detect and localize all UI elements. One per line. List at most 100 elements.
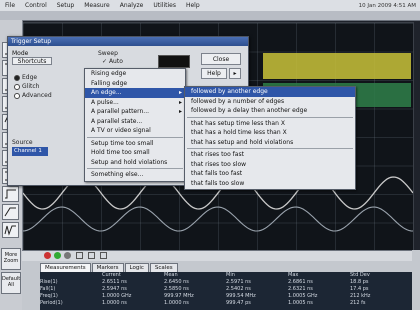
default-all-button[interactable]: Default All <box>1 272 21 294</box>
table-cell: 17.4 ps <box>350 286 369 292</box>
sweep-auto-option[interactable]: ✓ Auto <box>102 58 123 65</box>
table-cell: Max <box>288 272 299 278</box>
table-row[interactable]: Rise(1) 2.6511 ns 2.6450 ns 2.5971 ns 2.… <box>40 279 412 286</box>
table-cell: 2.5971 ns <box>226 279 251 285</box>
trigger-type-dropdown: Rising edge Falling edge An edge... ▸ A p… <box>84 68 186 182</box>
run-button-icon[interactable] <box>54 252 61 259</box>
table-cell: 2.5947 ns <box>102 286 127 292</box>
table-cell: 212 kHz <box>350 293 371 299</box>
close-button[interactable]: Close <box>201 53 241 65</box>
transition-tool-icon[interactable] <box>2 204 19 220</box>
record-button-icon[interactable] <box>44 252 51 259</box>
dropdown-item-rising-edge[interactable]: Rising edge <box>85 69 185 79</box>
tab-measurements[interactable]: Measurements <box>40 263 91 272</box>
mode-advanced-radio[interactable]: Advanced <box>14 92 52 99</box>
submenu-item-number-of-edges[interactable]: followed by a number of edges <box>185 97 355 107</box>
stop-button-icon[interactable] <box>64 252 71 259</box>
table-cell: 2.6511 ns <box>102 279 127 285</box>
table-cell: 999.47 ps <box>226 300 251 306</box>
submenu-item-delay-edge[interactable]: followed by a delay then another edge <box>185 106 355 116</box>
mode-group: Shortcuts <box>12 57 52 67</box>
dropdown-item-tv-video[interactable]: A TV or video signal <box>85 126 185 136</box>
single-button-icon[interactable] <box>76 252 83 259</box>
submenu-item-setup-less[interactable]: that has setup time less than X <box>185 119 355 129</box>
mode-glitch-label: Glitch <box>22 83 40 90</box>
table-cell: 1.0000 ns <box>164 300 189 306</box>
control-row <box>22 250 412 261</box>
table-cell: 1.0000 ns <box>102 300 127 306</box>
help-button[interactable]: Help <box>201 68 227 79</box>
source-select[interactable]: Channel 1 <box>12 147 48 156</box>
sequence-tool-icon[interactable] <box>2 222 19 238</box>
checkmark-icon: ✓ <box>102 58 108 65</box>
table-cell <box>40 272 102 279</box>
radio-dot-icon <box>14 92 20 99</box>
submenu-item-rises-slow[interactable]: that rises too slow <box>185 160 355 170</box>
table-cell: 1.0005 GHz <box>288 293 318 299</box>
menu-help[interactable]: Help <box>181 2 205 9</box>
dropdown-item-an-edge[interactable]: An edge... ▸ <box>85 88 185 98</box>
edge-submenu: followed by another edge followed by a n… <box>184 86 356 190</box>
dropdown-item-label: An edge... <box>91 89 122 96</box>
menu-analyze[interactable]: Analyze <box>115 2 149 9</box>
menu-setup[interactable]: Setup <box>52 2 79 9</box>
menu-measure[interactable]: Measure <box>79 2 115 9</box>
submenu-item-hold-less[interactable]: that has a hold time less than X <box>185 128 355 138</box>
mode-edge-label: Edge <box>22 74 38 81</box>
scope-window: File Control Setup Measure Analyze Utili… <box>0 0 420 310</box>
table-cell: 18.8 ps <box>350 279 369 285</box>
table-row[interactable]: Fall(1) 2.5947 ns 2.5850 ns 2.5402 ns 2.… <box>40 286 412 293</box>
menu-utilities[interactable]: Utilities <box>148 2 181 9</box>
table-cell: Current <box>102 272 121 278</box>
channel-1-trace <box>263 53 411 79</box>
menu-divider <box>87 168 183 169</box>
sweep-label: Sweep <box>98 50 118 57</box>
dialog-title: Trigger Setup <box>8 37 248 46</box>
dropdown-item-hold-time[interactable]: Hold time too small <box>85 148 185 158</box>
table-cell: 999.54 MHz <box>226 293 256 299</box>
dropdown-item-a-pulse[interactable]: A pulse... ▸ <box>85 98 185 108</box>
dropdown-item-setup-time[interactable]: Setup time too small <box>85 139 185 149</box>
tab-scales[interactable]: Scales <box>149 263 178 272</box>
menu-divider <box>87 136 183 138</box>
mode-edge-radio[interactable]: Edge <box>14 74 37 81</box>
mode-label: Mode <box>12 50 29 57</box>
dropdown-item-label: A pulse... <box>91 98 119 106</box>
submenu-item-followed-by-edge[interactable]: followed by another edge <box>185 87 355 97</box>
table-cell: 2.6321 ns <box>288 286 313 292</box>
table-cell: 2.6861 ns <box>288 279 313 285</box>
submenu-item-rises-fast[interactable]: that rises too fast <box>185 150 355 160</box>
help-pointer-icon[interactable]: ▸ <box>229 68 241 79</box>
table-cell: Std Dev <box>350 272 370 278</box>
table-cell: Min <box>226 272 235 278</box>
shortcuts-button[interactable]: Shortcuts <box>12 57 52 65</box>
table-cell: Period(1) <box>40 300 63 306</box>
dropdown-item-something-else[interactable]: Something else... <box>85 170 185 180</box>
submenu-item-falls-slow[interactable]: that falls too slow <box>185 179 355 189</box>
table-row[interactable]: Freq(1) 1.0000 GHz 999.97 MHz 999.54 MHz… <box>40 293 412 300</box>
dropdown-item-setup-hold[interactable]: Setup and hold violations <box>85 158 185 168</box>
table-row[interactable]: Period(1) 1.0000 ns 1.0000 ns 999.47 ps … <box>40 300 412 307</box>
mode-advanced-label: Advanced <box>22 92 52 99</box>
default-button-icon[interactable] <box>100 252 107 259</box>
autoscale-button-icon[interactable] <box>88 252 95 259</box>
submenu-arrow-icon: ▸ <box>178 89 182 96</box>
dropdown-item-parallel-pattern[interactable]: A parallel pattern... ▸ <box>85 107 185 117</box>
submenu-arrow-icon: ▸ <box>178 108 182 115</box>
tab-markers[interactable]: Markers <box>91 263 124 272</box>
menu-control[interactable]: Control <box>20 2 52 9</box>
menu-file[interactable]: File <box>0 2 20 9</box>
table-cell: Freq(1) <box>40 293 58 299</box>
dropdown-item-parallel-state[interactable]: A parallel state... <box>85 117 185 127</box>
table-cell: 212 fs <box>350 300 366 306</box>
tab-logic[interactable]: Logic <box>124 263 149 272</box>
table-header-row: Current Mean Min Max Std Dev <box>40 272 412 279</box>
dropdown-item-label: A parallel pattern... <box>91 108 150 115</box>
mode-glitch-radio[interactable]: Glitch <box>14 83 39 90</box>
more-zoom-button[interactable]: More Zoom <box>1 248 21 270</box>
dropdown-item-falling-edge[interactable]: Falling edge <box>85 79 185 89</box>
timeout-tool-icon[interactable] <box>2 186 19 202</box>
submenu-item-falls-fast[interactable]: that falls too fast <box>185 169 355 179</box>
source-label: Source <box>12 139 33 146</box>
submenu-item-setup-hold[interactable]: that has setup and hold violations <box>185 138 355 148</box>
